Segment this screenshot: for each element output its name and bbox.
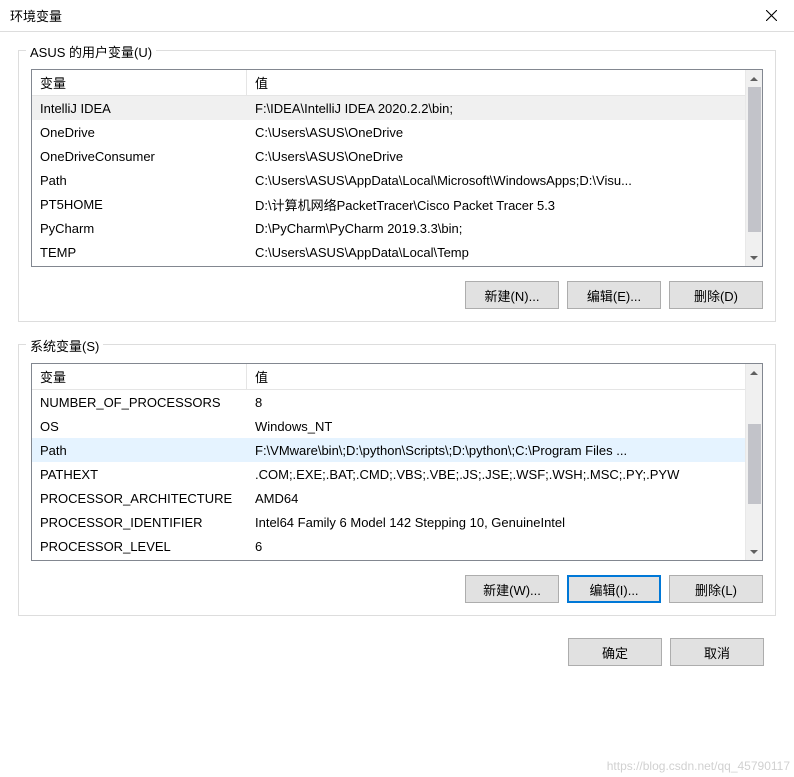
cell-variable: OneDrive [32,123,247,142]
system-variables-group: 系统变量(S) 变量 值 NUMBER_OF_PROCESSORS8OSWind… [18,344,776,616]
user-vars-scrollbar[interactable] [745,70,762,266]
user-vars-body[interactable]: IntelliJ IDEAF:\IDEA\IntelliJ IDEA 2020.… [32,96,762,267]
cell-value: 8e0a [247,561,762,562]
cell-value: AMD64 [247,489,762,508]
sys-new-button[interactable]: 新建(W)... [465,575,559,603]
user-variables-group: ASUS 的用户变量(U) 变量 值 IntelliJ IDEAF:\IDEA\… [18,50,776,322]
col-header-value[interactable]: 值 [247,364,762,389]
cell-value: F:\IDEA\IntelliJ IDEA 2020.2.2\bin; [247,99,762,118]
dialog-content: ASUS 的用户变量(U) 变量 值 IntelliJ IDEAF:\IDEA\… [0,32,794,684]
watermark: https://blog.csdn.net/qq_45790117 [607,759,790,773]
scroll-down-icon[interactable] [746,249,762,266]
cell-value: C:\Users\ASUS\OneDrive [247,123,762,142]
close-button[interactable] [748,0,794,32]
sys-vars-body[interactable]: NUMBER_OF_PROCESSORS8OSWindows_NTPathF:\… [32,390,762,561]
cell-variable: Path [32,441,247,460]
cell-value: 8 [247,393,762,412]
cell-value: F:\VMware\bin\;D:\python\Scripts\;D:\pyt… [247,441,762,460]
cell-variable: TEMP [32,243,247,262]
cell-variable: PATHEXT [32,465,247,484]
cell-variable: PROCESSOR_REVISION [32,561,247,562]
cell-variable: TMP [32,267,247,268]
table-row[interactable]: PROCESSOR_ARCHITECTUREAMD64 [32,486,762,510]
cell-variable: NUMBER_OF_PROCESSORS [32,393,247,412]
user-vars-buttons: 新建(N)... 编辑(E)... 删除(D) [31,281,763,309]
titlebar: 环境变量 [0,0,794,32]
table-row[interactable]: PathF:\VMware\bin\;D:\python\Scripts\;D:… [32,438,762,462]
cell-value: D:\计算机网络PacketTracer\Cisco Packet Tracer… [247,193,762,216]
col-header-variable[interactable]: 变量 [32,364,247,389]
cell-value: C:\Users\ASUS\AppData\Local\Microsoft\Wi… [247,171,762,190]
table-row[interactable]: OneDriveConsumerC:\Users\ASUS\OneDrive [32,144,762,168]
table-row[interactable]: TEMPC:\Users\ASUS\AppData\Local\Temp [32,240,762,264]
cell-variable: OneDriveConsumer [32,147,247,166]
cell-value: 6 [247,537,762,556]
cell-value: Windows_NT [247,417,762,436]
table-row[interactable]: PathC:\Users\ASUS\AppData\Local\Microsof… [32,168,762,192]
scroll-down-icon[interactable] [746,543,762,560]
table-row[interactable]: OSWindows_NT [32,414,762,438]
user-new-button[interactable]: 新建(N)... [465,281,559,309]
user-vars-label: ASUS 的用户变量(U) [26,42,156,61]
window-title: 环境变量 [10,6,62,25]
close-icon [766,10,777,21]
cell-value: Intel64 Family 6 Model 142 Stepping 10, … [247,513,762,532]
table-row[interactable]: TMPC:\Users\ASUS\AppData\Local\Temp [32,264,762,267]
cell-value: C:\Users\ASUS\AppData\Local\Temp [247,267,762,268]
cell-variable: OS [32,417,247,436]
table-row[interactable]: IntelliJ IDEAF:\IDEA\IntelliJ IDEA 2020.… [32,96,762,120]
cell-variable: Path [32,171,247,190]
user-vars-headers: 变量 值 [32,70,762,96]
cell-variable: PROCESSOR_IDENTIFIER [32,513,247,532]
cell-value: C:\Users\ASUS\AppData\Local\Temp [247,243,762,262]
table-row[interactable]: PROCESSOR_LEVEL6 [32,534,762,558]
scroll-thumb[interactable] [748,424,761,504]
table-row[interactable]: PT5HOMED:\计算机网络PacketTracer\Cisco Packet… [32,192,762,216]
dialog-buttons: 确定 取消 [18,638,776,666]
cell-variable: PROCESSOR_LEVEL [32,537,247,556]
cancel-button[interactable]: 取消 [670,638,764,666]
sys-edit-button[interactable]: 编辑(I)... [567,575,661,603]
scroll-up-icon[interactable] [746,364,762,381]
cell-variable: PT5HOME [32,195,247,214]
user-delete-button[interactable]: 删除(D) [669,281,763,309]
sys-vars-scrollbar[interactable] [745,364,762,560]
table-row[interactable]: PROCESSOR_REVISION8e0a [32,558,762,561]
table-row[interactable]: PROCESSOR_IDENTIFIERIntel64 Family 6 Mod… [32,510,762,534]
sys-delete-button[interactable]: 删除(L) [669,575,763,603]
table-row[interactable]: OneDriveC:\Users\ASUS\OneDrive [32,120,762,144]
scroll-up-icon[interactable] [746,70,762,87]
table-row[interactable]: PATHEXT.COM;.EXE;.BAT;.CMD;.VBS;.VBE;.JS… [32,462,762,486]
user-edit-button[interactable]: 编辑(E)... [567,281,661,309]
cell-value: C:\Users\ASUS\OneDrive [247,147,762,166]
table-row[interactable]: NUMBER_OF_PROCESSORS8 [32,390,762,414]
col-header-variable[interactable]: 变量 [32,70,247,95]
table-row[interactable]: PyCharmD:\PyCharm\PyCharm 2019.3.3\bin; [32,216,762,240]
sys-vars-table: 变量 值 NUMBER_OF_PROCESSORS8OSWindows_NTPa… [31,363,763,561]
scroll-thumb[interactable] [748,87,761,232]
cell-variable: PyCharm [32,219,247,238]
sys-vars-label: 系统变量(S) [26,336,103,355]
user-vars-table: 变量 值 IntelliJ IDEAF:\IDEA\IntelliJ IDEA … [31,69,763,267]
sys-vars-headers: 变量 值 [32,364,762,390]
cell-value: D:\PyCharm\PyCharm 2019.3.3\bin; [247,219,762,238]
sys-vars-buttons: 新建(W)... 编辑(I)... 删除(L) [31,575,763,603]
ok-button[interactable]: 确定 [568,638,662,666]
col-header-value[interactable]: 值 [247,70,762,95]
cell-variable: PROCESSOR_ARCHITECTURE [32,489,247,508]
cell-variable: IntelliJ IDEA [32,99,247,118]
cell-value: .COM;.EXE;.BAT;.CMD;.VBS;.VBE;.JS;.JSE;.… [247,465,762,484]
